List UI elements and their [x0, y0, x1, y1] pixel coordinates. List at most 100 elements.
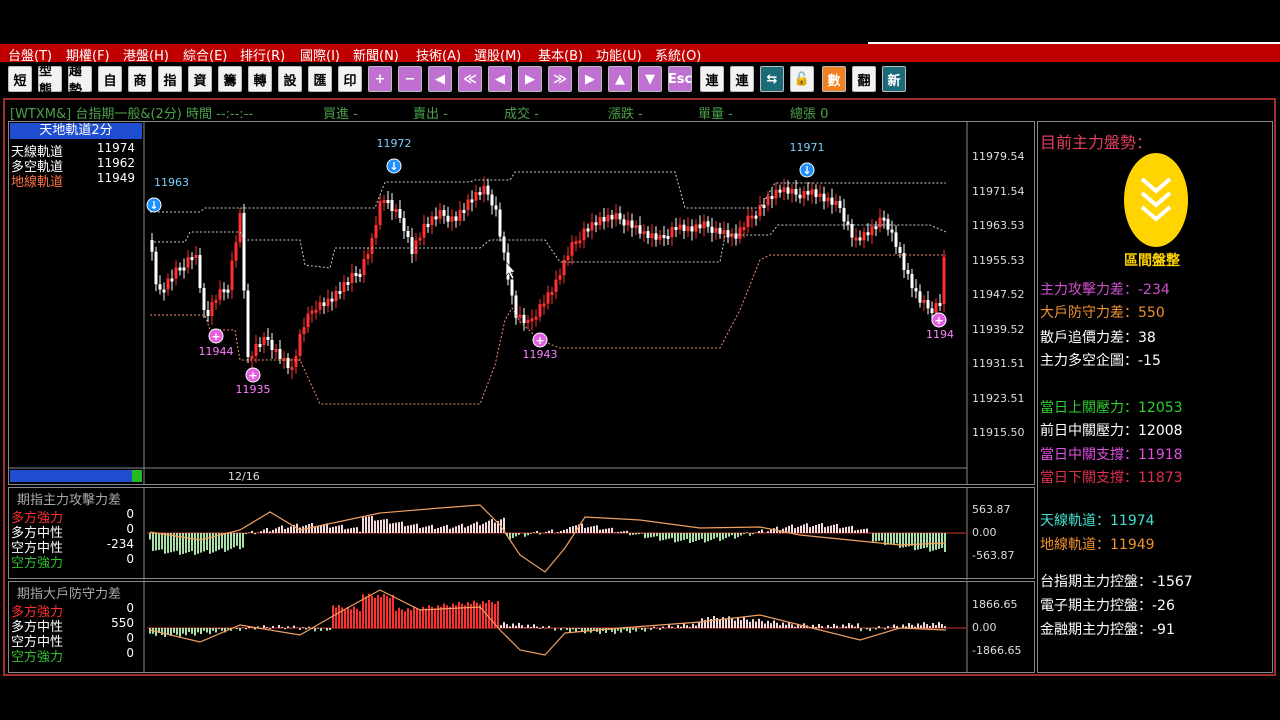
trend-heading: 目前主力盤勢： — [1040, 133, 1153, 152]
toolbar-button-15[interactable]: ≪ — [458, 66, 482, 92]
total-label: 總張 0 — [790, 107, 829, 122]
sub2.rows-value-1: 550 — [111, 616, 134, 630]
logo-caption: 區間盤整 — [1124, 253, 1180, 269]
toolbar-button-23[interactable]: 連 — [700, 66, 724, 92]
sub1.rows-value-2: -234 — [106, 537, 134, 551]
sub-axis-tick: -563.87 — [972, 549, 1015, 562]
toolbar-button-10[interactable]: 匯 — [308, 66, 332, 92]
toolbar-button-22[interactable]: Esc — [668, 66, 692, 92]
toolbar-button-9[interactable]: 設 — [278, 66, 302, 92]
sub-axis-tick: 0.00 — [972, 526, 997, 539]
toolbar-button-13[interactable]: − — [398, 66, 422, 92]
menu-item-11[interactable]: 系統(O) — [655, 45, 701, 64]
symbol-label: [WTXM&] 台指期一般&(2分) 時間 --:--:-- — [10, 107, 254, 122]
toolbar-button-12[interactable]: + — [368, 66, 392, 92]
legend.rows-value-2: 11949 — [96, 171, 135, 185]
change-label: 漲跌 - — [608, 107, 643, 122]
price-tick: 11931.51 — [972, 357, 1025, 370]
sub2-title: 期指大戶防守力差 — [17, 587, 122, 602]
toolbar-button-19[interactable]: ▶ — [578, 66, 602, 92]
sub1.rows-value-1: 0 — [126, 522, 134, 536]
price-tick: 11963.53 — [972, 219, 1025, 232]
toolbar-button-3[interactable]: 自 — [98, 66, 122, 92]
sub-panel-attack[interactable] — [8, 487, 1035, 579]
indicator-title[interactable]: 天地軌道2分 — [10, 123, 142, 139]
legend.rows-value-1: 11962 — [96, 156, 135, 170]
price-tick: 11955.53 — [972, 253, 1025, 267]
toolbar-button-11[interactable]: 印 — [338, 66, 362, 92]
menu-item-8[interactable]: 選股(M) — [474, 45, 521, 64]
legend.rows-value-0: 11974 — [96, 141, 135, 155]
toolbar-button-7[interactable]: 籌 — [218, 66, 242, 92]
info-line-7: 當日下關支撐：11873 — [1040, 470, 1183, 486]
legend.rows-name-2: 地線軌道 — [11, 175, 64, 190]
info-line-0: 主力攻擊力差：-234 — [1040, 282, 1170, 298]
price-tick: 11923.51 — [972, 391, 1025, 405]
toolbar-button-28[interactable]: 翻 — [852, 66, 876, 92]
menu-item-3[interactable]: 綜合(E) — [183, 45, 227, 64]
sub2.rows-value-2: 0 — [126, 631, 134, 645]
info-line-12: 金融期主力控盤：-91 — [1040, 622, 1175, 638]
sub1.rows-name-3: 空方強力 — [11, 556, 64, 571]
range-logo-icon — [1124, 153, 1188, 247]
info-line-1: 大戶防守力差：550 — [1040, 305, 1165, 321]
sub1.rows-value-0: 0 — [126, 507, 134, 521]
sub-axis-tick: 563.87 — [972, 503, 1011, 516]
toolbar-button-16[interactable]: ◀ — [488, 66, 512, 92]
info-line-5: 前日中關壓力：12008 — [1040, 423, 1183, 439]
toolbar-button-20[interactable]: ▲ — [608, 66, 632, 92]
price-tick: 11947.52 — [972, 288, 1025, 301]
toolbar-button-21[interactable]: ▼ — [638, 66, 662, 92]
toolbar-button-25[interactable]: ⇆ — [760, 66, 784, 92]
toolbar-button-26[interactable]: 🔓 — [790, 66, 814, 92]
menu-item-7[interactable]: 技術(A) — [416, 45, 461, 64]
info-line-10: 台指期主力控盤：-1567 — [1040, 574, 1193, 590]
toolbar: 短型態 趨勢自商指資籌轉設匯印 + − ◀ ≪ ◀ ▶ ≫ ▶ ▲ ▼ Esc 連連 ⇆ 🔓 數翻新 — [0, 63, 1280, 98]
info-line-11: 電子期主力控盤：-26 — [1040, 598, 1175, 614]
toolbar-button-5[interactable]: 指 — [158, 66, 182, 92]
toolbar-button-8[interactable]: 轉 — [248, 66, 272, 92]
toolbar-button-27[interactable]: 數 — [822, 66, 846, 92]
sub2.rows-value-3: 0 — [126, 646, 134, 660]
toolbar-button-17[interactable]: ▶ — [518, 66, 542, 92]
toolbar-button-2[interactable]: 趨勢 — [68, 64, 92, 98]
volume-label: 單量 - — [698, 107, 733, 122]
sub1.rows-value-3: 0 — [126, 552, 134, 566]
price-tick: 11915.50 — [972, 426, 1025, 439]
sub1-title: 期指主力攻擊力差 — [17, 493, 122, 508]
sub-axis-tick: 0.00 — [972, 621, 997, 634]
menu-item-9[interactable]: 基本(B) — [538, 45, 583, 64]
info-line-8: 天線軌道：11974 — [1040, 513, 1155, 529]
price-tick: 11939.52 — [972, 322, 1025, 336]
toolbar-button-4[interactable]: 商 — [128, 66, 152, 92]
price-tick: 11979.54 — [972, 150, 1025, 163]
toolbar-button-18[interactable]: ≫ — [548, 66, 572, 92]
date-label: 12/16 — [228, 470, 260, 483]
menu-item-6[interactable]: 新聞(N) — [353, 45, 399, 64]
toolbar-button-14[interactable]: ◀ — [428, 66, 452, 92]
toolbar-button-24[interactable]: 連 — [730, 66, 754, 92]
menu-item-5[interactable]: 國際(I) — [300, 45, 340, 64]
info-line-6: 當日中關支撐：11918 — [1040, 447, 1183, 463]
sub-axis-tick: 1866.65 — [972, 598, 1018, 611]
menu-item-2[interactable]: 港盤(H) — [123, 45, 169, 64]
sub2.rows-name-3: 空方強力 — [11, 650, 64, 665]
sub2.rows-value-0: 0 — [126, 601, 134, 615]
sub-panel-defense[interactable] — [8, 581, 1035, 673]
main-chart-panel[interactable] — [8, 121, 1035, 485]
toolbar-button-1[interactable]: 型態 — [38, 64, 62, 98]
menu-item-4[interactable]: 排行(R) — [240, 45, 285, 64]
toolbar-button-0[interactable]: 短 — [8, 66, 32, 92]
menu-item-10[interactable]: 功能(U) — [596, 45, 642, 64]
price-tick: 11971.54 — [972, 184, 1025, 198]
menu-bar: 台盤(T) 期權(F) 港盤(H) 綜合(E) 排行(R) 國際(I) 新聞(N) 技術(A)… — [0, 44, 1280, 64]
deal-label: 成交 - — [504, 107, 539, 122]
sub-axis-tick: -1866.65 — [972, 644, 1022, 657]
toolbar-button-6[interactable]: 資 — [188, 66, 212, 92]
toolbar-button-29[interactable]: 新 — [882, 66, 906, 92]
ask-label: 賣出 - — [413, 107, 448, 122]
info-line-2: 散戶追價力差：38 — [1040, 330, 1156, 346]
bid-label: 買進 - — [323, 107, 358, 122]
info-line-4: 當日上關壓力：12053 — [1040, 400, 1183, 416]
info-line-3: 主力多空企圖：-15 — [1040, 353, 1161, 369]
